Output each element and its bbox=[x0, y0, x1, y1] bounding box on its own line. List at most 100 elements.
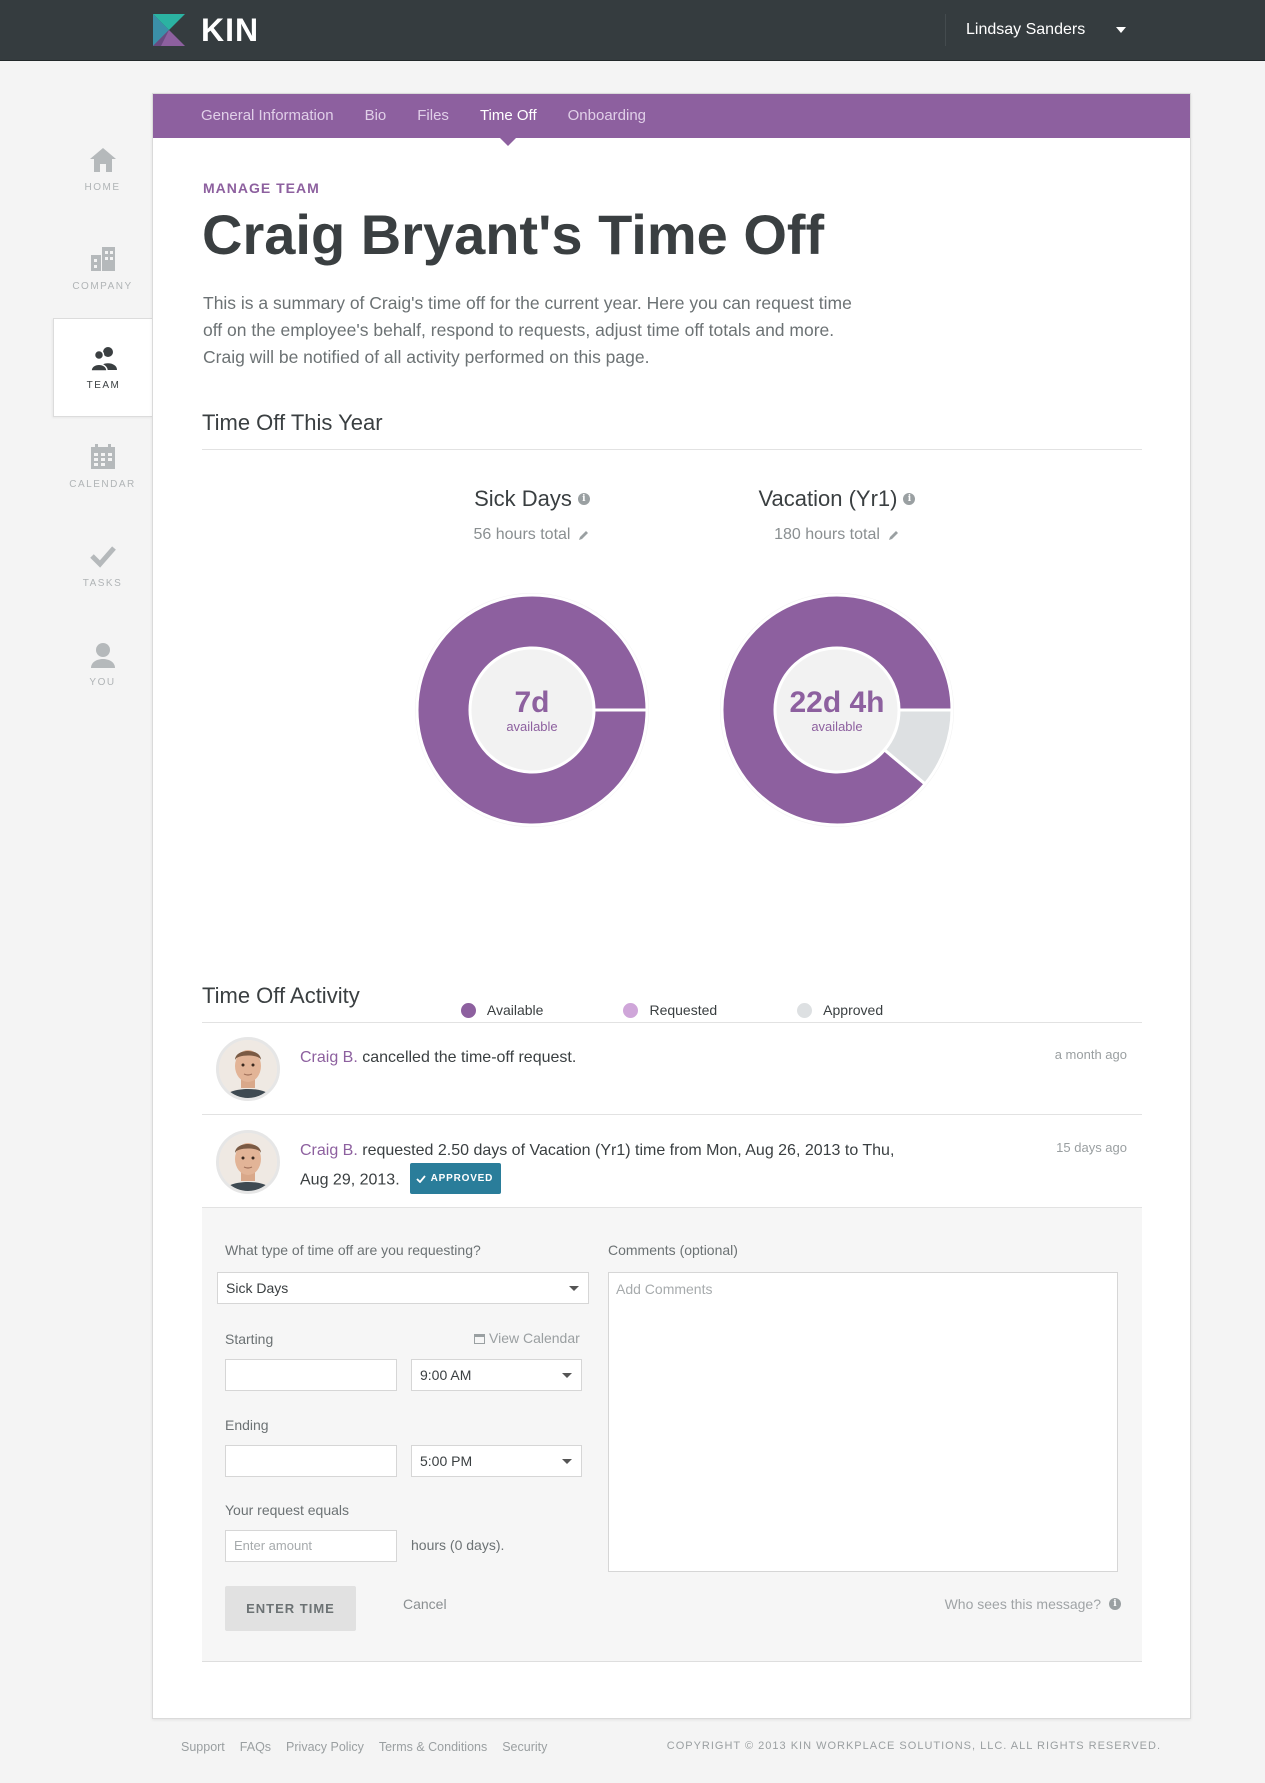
activity-text: Craig B. cancelled the time-off request. bbox=[300, 1045, 920, 1070]
time-off-request-form: What type of time off are you requesting… bbox=[202, 1208, 1142, 1662]
kin-logo-icon bbox=[153, 14, 185, 46]
tab-files[interactable]: Files bbox=[417, 94, 449, 138]
legend-item-available: Available bbox=[460, 1002, 544, 1018]
who-sees-label: Who sees this message? bbox=[944, 1596, 1101, 1612]
breadcrumb[interactable]: MANAGE TEAM bbox=[203, 180, 320, 196]
chart-title: Sick Days i bbox=[474, 486, 590, 512]
footer-link-privacy-policy[interactable]: Privacy Policy bbox=[286, 1740, 364, 1754]
chart-total: 56 hours total bbox=[474, 526, 591, 544]
time-off-type-value: Sick Days bbox=[226, 1280, 289, 1296]
legend-swatch bbox=[797, 1002, 813, 1018]
sidebar-item-tasks[interactable]: TASKS bbox=[53, 516, 152, 615]
donut-chart-sick-days: 7d available bbox=[414, 592, 650, 828]
legend-swatch bbox=[460, 1002, 476, 1018]
sidebar-item-home[interactable]: HOME bbox=[53, 120, 152, 219]
comments-textarea[interactable]: Add Comments bbox=[608, 1272, 1118, 1572]
sidebar-item-team[interactable]: TEAM bbox=[53, 318, 153, 417]
team-icon bbox=[89, 347, 117, 372]
view-calendar-link[interactable]: View Calendar bbox=[474, 1330, 580, 1346]
view-calendar-label: View Calendar bbox=[489, 1330, 580, 1346]
intro-text: This is a summary of Craig's time off fo… bbox=[203, 293, 852, 367]
topbar-divider bbox=[945, 14, 946, 46]
starting-label: Starting bbox=[225, 1331, 274, 1347]
tab-onboarding[interactable]: Onboarding bbox=[568, 94, 646, 138]
sidebar-item-label: TEAM bbox=[86, 380, 121, 391]
activity-description: cancelled the time-off request. bbox=[357, 1049, 577, 1066]
person-icon bbox=[90, 643, 115, 668]
calendar-icon bbox=[90, 444, 115, 469]
avatar-image bbox=[219, 1040, 277, 1098]
activity-description: requested 2.50 days of Vacation (Yr1) ti… bbox=[300, 1142, 895, 1189]
tab-general-information[interactable]: General Information bbox=[201, 94, 334, 138]
ending-label: Ending bbox=[225, 1417, 269, 1433]
legend-label: Approved bbox=[823, 1002, 884, 1018]
building-icon bbox=[90, 247, 115, 271]
user-menu[interactable]: Lindsay Sanders bbox=[966, 18, 1126, 42]
enter-time-button[interactable]: ENTER TIME bbox=[225, 1586, 356, 1631]
pencil-icon[interactable] bbox=[888, 529, 900, 541]
section-title-time-off-this-year: Time Off This Year bbox=[202, 410, 383, 435]
calendar-icon bbox=[474, 1333, 485, 1344]
checkmark-icon bbox=[416, 1174, 426, 1183]
chart-total-text: 56 hours total bbox=[473, 526, 571, 543]
legend-label: Available bbox=[486, 1002, 544, 1018]
time-off-type-select[interactable]: Sick Days bbox=[217, 1272, 589, 1304]
info-icon: i bbox=[1109, 1598, 1121, 1610]
activity-timestamp: a month ago bbox=[1054, 1047, 1127, 1062]
avatar[interactable] bbox=[216, 1130, 280, 1194]
start-date-input[interactable] bbox=[225, 1359, 397, 1391]
tab-time-off[interactable]: Time Off bbox=[480, 94, 537, 146]
info-icon[interactable]: i bbox=[903, 493, 916, 505]
donut-svg bbox=[415, 593, 649, 827]
chart-total-text: 180 hours total bbox=[774, 526, 880, 543]
info-icon[interactable]: i bbox=[577, 493, 590, 505]
activity-user-link[interactable]: Craig B. bbox=[300, 1142, 358, 1159]
footer-link-support[interactable]: Support bbox=[181, 1740, 225, 1754]
chevron-down-icon bbox=[562, 1459, 572, 1464]
sidebar-item-calendar[interactable]: CALENDAR bbox=[53, 417, 152, 516]
legend-item-requested: Requested bbox=[623, 1002, 717, 1018]
logo-text: KIN bbox=[201, 12, 260, 48]
kin-logo[interactable]: KIN bbox=[153, 14, 259, 46]
main-card: General Information Bio Files Time Off O… bbox=[152, 93, 1191, 1719]
chevron-down-icon bbox=[569, 1286, 579, 1291]
tab-bio[interactable]: Bio bbox=[365, 94, 387, 138]
chart-title-text: Vacation (Yr1) bbox=[758, 486, 898, 511]
sidebar-item-label: COMPANY bbox=[72, 281, 133, 292]
end-time-value: 5:00 PM bbox=[420, 1453, 473, 1469]
chart-header-sick-days: Sick Days i 56 hours total bbox=[432, 486, 632, 544]
start-time-select[interactable]: 9:00 AM bbox=[411, 1359, 582, 1391]
type-label: What type of time off are you requesting… bbox=[225, 1242, 481, 1258]
cancel-link[interactable]: Cancel bbox=[403, 1596, 447, 1612]
end-time-select[interactable]: 5:00 PM bbox=[411, 1445, 582, 1477]
checkmark-icon bbox=[89, 546, 116, 568]
chart-title-text: Sick Days bbox=[474, 486, 572, 511]
activity-text: Craig B. requested 2.50 days of Vacation… bbox=[300, 1138, 920, 1194]
avatar[interactable] bbox=[216, 1037, 280, 1101]
user-name: Lindsay Sanders bbox=[966, 21, 1086, 38]
chevron-down-icon bbox=[562, 1373, 572, 1378]
sidebar-item-label: TASKS bbox=[82, 578, 123, 589]
who-sees-message-link[interactable]: Who sees this message? i bbox=[945, 1596, 1121, 1612]
pencil-icon[interactable] bbox=[578, 529, 590, 541]
section-divider bbox=[202, 449, 1142, 450]
tab-bar: General Information Bio Files Time Off O… bbox=[153, 94, 1190, 146]
footer-link-faqs[interactable]: FAQs bbox=[240, 1740, 271, 1754]
end-date-input[interactable] bbox=[225, 1445, 397, 1477]
sidebar-item-company[interactable]: COMPANY bbox=[53, 219, 152, 318]
donut-chart-vacation: 22d 4h available bbox=[719, 592, 955, 828]
footer-link-terms[interactable]: Terms & Conditions bbox=[379, 1740, 487, 1754]
chart-header-vacation: Vacation (Yr1) i 180 hours total bbox=[737, 486, 937, 544]
activity-user-link[interactable]: Craig B. bbox=[300, 1049, 358, 1066]
footer-link-security[interactable]: Security bbox=[502, 1740, 547, 1754]
status-badge: APPROVED bbox=[409, 1163, 502, 1194]
legend-label: Requested bbox=[649, 1002, 718, 1018]
page-title: Craig Bryant's Time Off bbox=[202, 203, 825, 266]
top-bar: KIN Lindsay Sanders bbox=[0, 0, 1265, 61]
activity-item: Craig B. cancelled the time-off request.… bbox=[202, 1023, 1142, 1115]
sidebar-item-you[interactable]: YOU bbox=[53, 615, 152, 714]
chart-total: 180 hours total bbox=[774, 526, 900, 544]
request-equals-label: Your request equals bbox=[225, 1502, 350, 1518]
copyright: COPYRIGHT © 2013 KIN WORKPLACE SOLUTIONS… bbox=[666, 1740, 1161, 1752]
amount-input[interactable]: Enter amount bbox=[225, 1530, 397, 1562]
